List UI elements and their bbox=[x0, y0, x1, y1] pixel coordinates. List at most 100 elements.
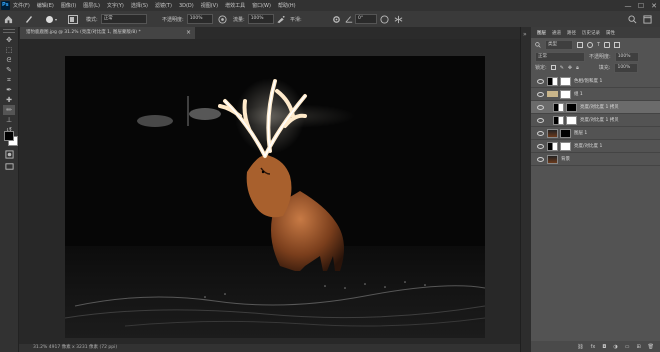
menu-item[interactable]: 3D(D) bbox=[179, 3, 194, 9]
panel-tab[interactable]: 通道 bbox=[552, 30, 561, 36]
fx-icon[interactable]: fx bbox=[591, 344, 596, 350]
layer-mask-thumbnail[interactable] bbox=[560, 76, 571, 86]
filter-type-icon[interactable]: T bbox=[597, 42, 600, 48]
eyedropper-icon[interactable]: ✒ bbox=[3, 85, 15, 95]
menu-item[interactable]: 图像(I) bbox=[61, 2, 76, 9]
mask-icon[interactable]: ◘ bbox=[602, 344, 606, 350]
brush-panel-toggle-icon[interactable] bbox=[68, 13, 78, 25]
opacity-label: 不透明度: bbox=[162, 16, 184, 23]
quick-select-icon[interactable]: ✎ bbox=[3, 65, 15, 75]
brush-icon[interactable]: ✏ bbox=[3, 105, 15, 115]
pressure-opacity-icon[interactable] bbox=[218, 13, 227, 25]
airbrush-icon[interactable] bbox=[276, 13, 286, 25]
panel-tab[interactable]: 历史记录 bbox=[582, 30, 600, 36]
toolbar-grip[interactable] bbox=[3, 29, 15, 33]
new-layer-icon[interactable]: ⊞ bbox=[636, 344, 640, 350]
layer-row[interactable]: 亮度/对比度 1 拷贝 bbox=[531, 101, 660, 114]
visibility-eye-icon[interactable] bbox=[537, 156, 544, 162]
visibility-eye-icon[interactable] bbox=[537, 143, 544, 149]
brush-tool-preset-icon[interactable] bbox=[24, 13, 34, 25]
visibility-eye-icon[interactable] bbox=[537, 117, 544, 123]
menu-item[interactable]: 图层(L) bbox=[83, 2, 100, 9]
layer-row[interactable]: 亮度/对比度 1 bbox=[531, 140, 660, 153]
panel-tab[interactable]: 属性 bbox=[606, 30, 615, 36]
blend-mode-select[interactable]: 正常 bbox=[100, 14, 147, 24]
lock-pixels-icon[interactable]: ✎ bbox=[560, 65, 564, 71]
document-tab-bar: 猎豹鹿鹿图.jpg @ 31.2% (亮度/对比度 1, 图层蒙版/8) * × bbox=[20, 27, 520, 39]
menu-item[interactable]: 文字(Y) bbox=[107, 2, 124, 9]
layer-filter-select[interactable]: 类型 bbox=[545, 40, 573, 50]
visibility-eye-icon[interactable] bbox=[537, 130, 544, 136]
menu-item[interactable]: 滤镜(T) bbox=[155, 2, 172, 9]
marquee-icon[interactable]: ⬚ bbox=[3, 45, 15, 55]
settings-gear-icon[interactable] bbox=[332, 13, 341, 25]
trash-icon[interactable]: 🗑︎ bbox=[648, 344, 654, 350]
brush-size-picker[interactable]: ▾ bbox=[46, 13, 57, 25]
workspace-icon[interactable] bbox=[643, 13, 652, 25]
layer-mask-thumbnail[interactable] bbox=[566, 102, 577, 112]
layer-thumbnail bbox=[547, 154, 558, 164]
layer-row[interactable]: 图层 1 bbox=[531, 127, 660, 140]
menu-item[interactable]: 帮助(H) bbox=[278, 2, 296, 9]
brush-angle-input[interactable]: 0° bbox=[355, 14, 377, 24]
filter-shape-icon[interactable] bbox=[604, 42, 611, 48]
flow-input[interactable]: 100% bbox=[247, 14, 274, 24]
minimize-button[interactable]: — bbox=[622, 1, 634, 10]
layer-blend-mode-select[interactable]: 正常 bbox=[535, 51, 585, 62]
foreground-color-swatch[interactable] bbox=[4, 131, 14, 141]
visibility-eye-icon[interactable] bbox=[537, 91, 544, 97]
document-tab[interactable]: 猎豹鹿鹿图.jpg @ 31.2% (亮度/对比度 1, 图层蒙版/8) * bbox=[20, 27, 195, 39]
quick-mask-icon[interactable] bbox=[3, 149, 15, 159]
layer-mask-thumbnail[interactable] bbox=[560, 141, 571, 151]
layer-row[interactable]: 组 1 bbox=[531, 88, 660, 101]
screen-mode-icon[interactable] bbox=[3, 161, 15, 171]
lock-position-icon[interactable]: ✥ bbox=[568, 65, 572, 71]
canvas-image[interactable] bbox=[65, 56, 485, 338]
panel-tab[interactable]: 路径 bbox=[567, 30, 576, 36]
layer-row[interactable]: 亮度/对比度 1 拷贝 bbox=[531, 114, 660, 127]
lock-transparent-icon[interactable] bbox=[550, 65, 556, 70]
search-icon[interactable] bbox=[628, 13, 637, 25]
layer-mask-thumbnail[interactable] bbox=[560, 128, 571, 138]
layer-mask-thumbnail[interactable] bbox=[560, 89, 571, 99]
adjustment-icon[interactable]: ◑ bbox=[613, 344, 617, 350]
visibility-eye-icon[interactable] bbox=[537, 104, 544, 110]
stamp-icon[interactable]: ⊥ bbox=[3, 115, 15, 125]
filter-smart-object-icon[interactable] bbox=[614, 42, 621, 48]
link-icon[interactable]: ⛓ bbox=[577, 344, 583, 350]
healing-icon[interactable]: ✚ bbox=[3, 95, 15, 105]
filter-adjustment-icon[interactable] bbox=[587, 42, 593, 48]
layer-row[interactable]: 色相/饱和度 1 bbox=[531, 75, 660, 88]
move-icon[interactable]: ✥ bbox=[3, 35, 15, 45]
symmetry-icon[interactable] bbox=[394, 13, 403, 25]
menu-item[interactable]: 增效工具 bbox=[225, 2, 245, 9]
filter-pixel-icon[interactable] bbox=[577, 42, 583, 48]
menu-item[interactable]: 选择(S) bbox=[131, 2, 148, 9]
close-tab-icon[interactable]: × bbox=[186, 27, 191, 39]
layer-opacity-input[interactable]: 100% bbox=[614, 51, 639, 62]
lock-all-icon[interactable]: 🔒︎ bbox=[576, 65, 579, 71]
home-icon[interactable] bbox=[4, 13, 13, 25]
layer-mask-thumbnail[interactable] bbox=[566, 115, 577, 125]
menu-item[interactable]: 文件(F) bbox=[13, 2, 30, 9]
adjustment-layer-icon bbox=[547, 141, 558, 151]
menu-item[interactable]: 窗口(W) bbox=[252, 2, 271, 9]
menu-item[interactable]: 视图(V) bbox=[201, 2, 218, 9]
fill-input[interactable]: 100% bbox=[614, 62, 639, 73]
adjustment-layer-icon bbox=[553, 102, 564, 112]
collapsed-panel-dock: » bbox=[520, 27, 531, 352]
maximize-button[interactable]: ☐ bbox=[635, 1, 647, 10]
visibility-eye-icon[interactable] bbox=[537, 78, 544, 84]
lasso-icon[interactable]: ᘓ bbox=[3, 55, 15, 65]
pressure-size-icon[interactable] bbox=[380, 13, 389, 25]
panel-tab[interactable]: 图层 bbox=[537, 30, 546, 36]
adjustment-layer-icon bbox=[547, 76, 558, 86]
expand-panels-icon[interactable]: » bbox=[523, 31, 527, 38]
status-text: 31.2% 4917 像素 x 3231 像素 (72 ppi) bbox=[33, 345, 118, 350]
layer-row[interactable]: 背景 bbox=[531, 153, 660, 166]
crop-icon[interactable]: ⌗ bbox=[3, 75, 15, 85]
close-window-button[interactable]: ✕ bbox=[648, 1, 660, 10]
group-icon[interactable]: ▭ bbox=[625, 344, 630, 350]
opacity-input[interactable]: 100% bbox=[186, 14, 213, 24]
menu-item[interactable]: 编辑(E) bbox=[37, 2, 54, 9]
